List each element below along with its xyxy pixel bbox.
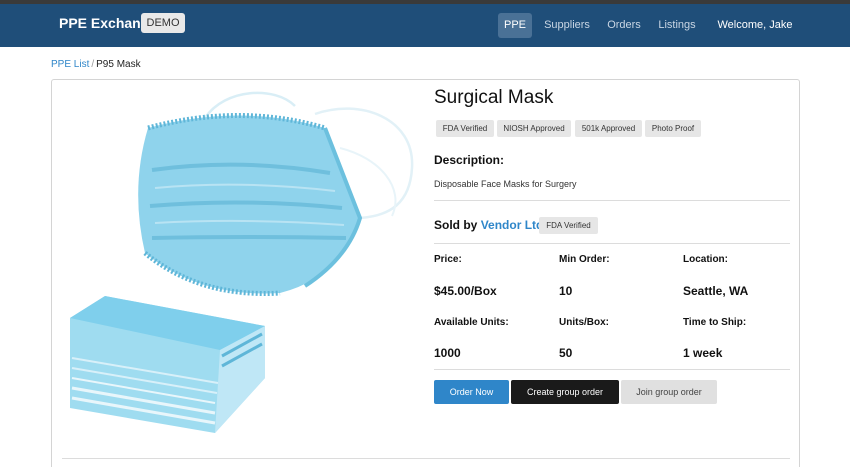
vendor-link[interactable]: Vendor Ltd bbox=[481, 218, 544, 232]
units-per-box-value: 50 bbox=[559, 346, 573, 360]
divider bbox=[434, 369, 790, 370]
sold-by: Sold by Vendor Ltd bbox=[434, 218, 543, 232]
time-to-ship-label: Time to Ship: bbox=[683, 317, 747, 328]
divider bbox=[434, 243, 790, 244]
product-title: Surgical Mask bbox=[434, 87, 554, 108]
price-value: $45.00/Box bbox=[434, 284, 497, 298]
available-units-value: 1000 bbox=[434, 346, 461, 360]
divider bbox=[434, 200, 790, 201]
breadcrumb-separator: / bbox=[91, 59, 95, 70]
min-order-value: 10 bbox=[559, 284, 573, 298]
description-heading: Description: bbox=[434, 153, 505, 167]
breadcrumb: PPE List / P95 Mask bbox=[51, 59, 141, 70]
min-order-label: Min Order: bbox=[559, 254, 610, 265]
breadcrumb-ppe-list-link[interactable]: PPE List bbox=[51, 59, 89, 70]
available-units-label: Available Units: bbox=[434, 317, 509, 328]
nav-orders[interactable]: Orders bbox=[604, 13, 644, 38]
user-menu-label: Welcome, Jake bbox=[717, 19, 793, 31]
sold-by-label: Sold by bbox=[434, 218, 478, 232]
badge-photo-proof: Photo Proof bbox=[645, 120, 701, 137]
top-navbar: PPE Exchange DEMO PPE Suppliers Orders L… bbox=[0, 4, 850, 53]
order-now-button[interactable]: Order Now bbox=[434, 380, 509, 404]
location-label: Location: bbox=[683, 254, 728, 265]
card-divider bbox=[62, 458, 790, 459]
vendor-badge-fda-verified: FDA Verified bbox=[539, 217, 598, 234]
create-group-order-button[interactable]: Create group order bbox=[511, 380, 619, 404]
join-group-order-button[interactable]: Join group order bbox=[621, 380, 717, 404]
nav-ppe[interactable]: PPE bbox=[498, 13, 532, 38]
badge-501k-approved: 501k Approved bbox=[575, 120, 642, 137]
nav-suppliers[interactable]: Suppliers bbox=[542, 13, 592, 38]
nav-listings[interactable]: Listings bbox=[656, 13, 698, 38]
price-label: Price: bbox=[434, 254, 462, 265]
badge-niosh-approved: NIOSH Approved bbox=[497, 120, 571, 137]
caret-down-icon bbox=[755, 48, 762, 53]
badge-fda-verified: FDA Verified bbox=[436, 120, 494, 137]
breadcrumb-current: P95 Mask bbox=[96, 59, 141, 70]
product-image bbox=[70, 91, 414, 433]
demo-badge: DEMO bbox=[141, 13, 185, 33]
user-menu[interactable]: Welcome, Jake bbox=[714, 13, 796, 53]
description-text: Disposable Face Masks for Surgery bbox=[434, 179, 577, 189]
time-to-ship-value: 1 week bbox=[683, 346, 723, 360]
location-value: Seattle, WA bbox=[683, 284, 749, 298]
units-per-box-label: Units/Box: bbox=[559, 317, 609, 328]
